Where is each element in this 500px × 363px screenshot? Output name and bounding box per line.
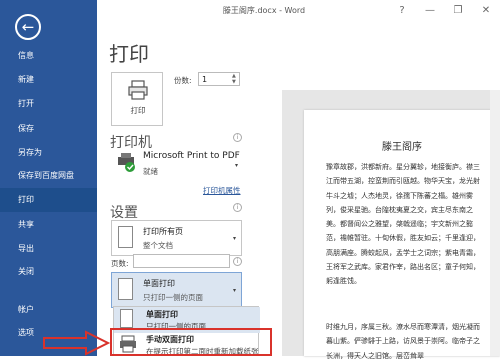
copies-down-icon[interactable]: ▼ — [232, 79, 238, 85]
printer-status-icon — [118, 153, 135, 172]
chevron-down-icon: ▾ — [232, 235, 236, 242]
preview-paragraph-1: 豫章故郡，洪都新府。星分翼轸，地接衡庐。襟三江而带五湖，控蛮荆而引瓯越。物华天宝… — [326, 163, 480, 286]
help-button[interactable]: ? — [393, 2, 411, 20]
printer-status: 就绪 — [143, 167, 158, 176]
printer-select[interactable]: Microsoft Print to PDF 就绪 ▾ — [111, 148, 242, 182]
print-range-secondary: 整个文档 — [143, 241, 173, 250]
highlight-box — [110, 328, 272, 356]
pages-label: 页数: — [111, 259, 129, 268]
sidebar-item-print[interactable]: 打印 — [0, 188, 97, 212]
preview-paragraph-2: 时维九月，序属三秋。潦水尽而寒潭清，烟光凝而暮山紫。俨骖騑于上路，访风景于崇阿。… — [326, 323, 480, 360]
sidebar-item-save-as[interactable]: 另存为 — [0, 141, 97, 165]
sidebar-item-info[interactable]: 信息 — [0, 44, 97, 68]
chevron-down-icon: ▾ — [232, 287, 236, 294]
red-arrow-icon — [43, 330, 111, 356]
copies-value: 1 — [202, 75, 208, 84]
backstage-sidebar: ← 信息 新建 打开 保存 另存为 保存到百度网盘 打印 共享 导出 关闭 帐户… — [0, 0, 97, 356]
printer-name: Microsoft Print to PDF — [143, 151, 240, 161]
preview-scrollbar[interactable] — [490, 90, 500, 356]
settings-info-icon[interactable]: i — [233, 203, 242, 212]
title-bar: 滕王阁序.docx - Word ? — ❐ ✕ — [97, 0, 500, 22]
one-sided-icon — [118, 278, 133, 300]
pages-info-icon[interactable]: i — [233, 257, 242, 266]
menu-item-label: 单面打印 — [146, 310, 178, 319]
back-arrow-icon[interactable]: ← — [15, 14, 41, 40]
preview-document-title: 滕王阁序 — [382, 142, 422, 153]
print-button[interactable]: 打印 — [111, 72, 163, 126]
sidebar-item-new[interactable]: 新建 — [0, 68, 97, 92]
one-sided-icon — [120, 309, 133, 328]
sidebar-item-share[interactable]: 共享 — [0, 213, 97, 237]
print-range-dropdown[interactable]: 打印所有页 整个文档 ▾ — [111, 220, 242, 256]
print-range-primary: 打印所有页 — [143, 227, 183, 236]
pages-input[interactable] — [133, 254, 230, 268]
sidebar-item-close[interactable]: 关闭 — [0, 260, 97, 284]
print-sides-dropdown[interactable]: 单面打印 只打印一侧的页面 ▾ — [111, 272, 242, 308]
printer-info-icon[interactable]: i — [233, 133, 242, 142]
sidebar-item-account[interactable]: 帐户 — [0, 298, 97, 322]
page-title: 打印 — [109, 42, 149, 66]
sidebar-item-open[interactable]: 打开 — [0, 92, 97, 116]
all-pages-icon — [118, 226, 133, 248]
printer-icon — [128, 80, 148, 100]
sidebar-item-save-to-baidu[interactable]: 保存到百度网盘 — [0, 164, 97, 188]
preview-page: 滕王阁序 豫章故郡，洪都新府。星分翼轸，地接衡庐。襟三江而带五湖，控蛮荆而引瓯越… — [304, 110, 500, 360]
window-title: 滕王阁序.docx - Word — [222, 6, 306, 15]
printer-properties-link[interactable]: 打印机属性 — [203, 185, 241, 196]
printer-dropdown-caret-icon: ▾ — [235, 162, 239, 169]
sidebar-item-export[interactable]: 导出 — [0, 237, 97, 261]
sidebar-item-save[interactable]: 保存 — [0, 117, 97, 141]
print-sides-primary: 单面打印 — [143, 279, 175, 288]
copies-input[interactable]: 1 ▲ ▼ — [198, 72, 240, 86]
settings-section-title: 设置 — [110, 205, 138, 221]
restore-button[interactable]: ❐ — [449, 2, 467, 20]
minimize-button[interactable]: — — [421, 2, 439, 20]
print-preview-pane: 滕王阁序 豫章故郡，洪都新府。星分翼轸，地接衡庐。襟三江而带五湖，控蛮荆而引瓯越… — [282, 90, 500, 360]
close-button[interactable]: ✕ — [477, 2, 495, 20]
print-button-label: 打印 — [130, 106, 146, 115]
copies-label: 份数: — [174, 76, 192, 85]
print-sides-secondary: 只打印一侧的页面 — [143, 293, 203, 302]
